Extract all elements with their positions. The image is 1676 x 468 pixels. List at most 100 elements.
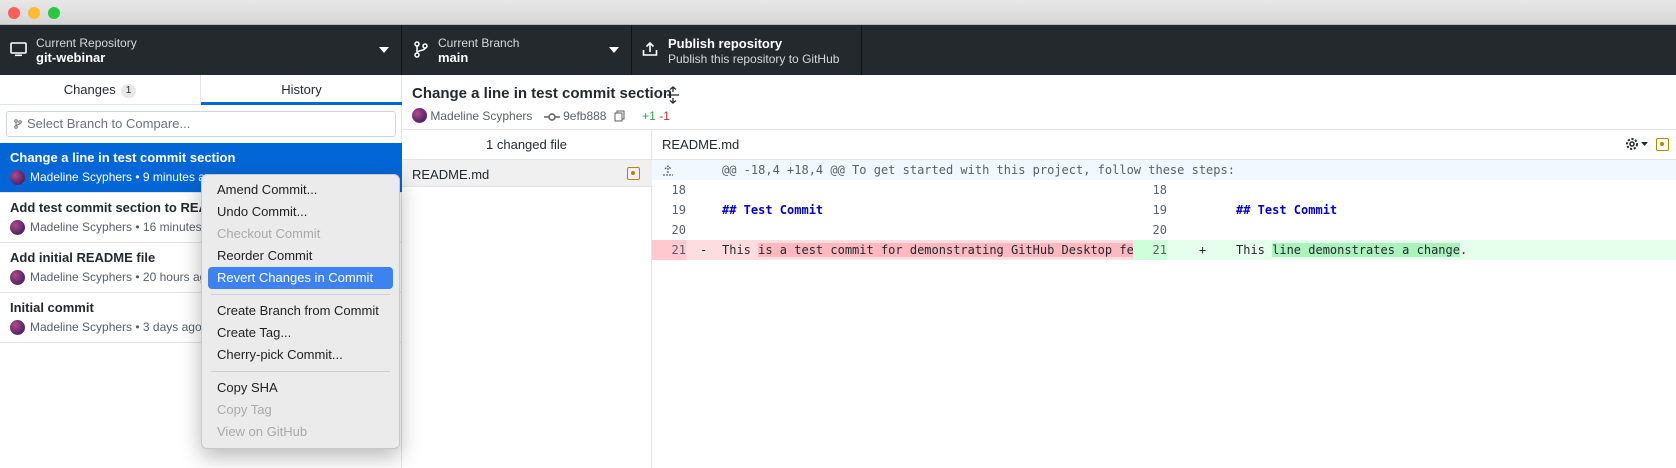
- menu-item-copy-sha[interactable]: Copy SHA: [208, 377, 393, 399]
- changes-count-badge: 1: [120, 84, 137, 98]
- toolbar: Current Repository git-webinar Current B…: [0, 25, 1676, 75]
- publish-repository-button[interactable]: Publish repository Publish this reposito…: [632, 25, 862, 75]
- compare-branch-input[interactable]: Select Branch to Compare...: [6, 111, 396, 137]
- avatar: [412, 108, 427, 123]
- new-line-number: 21: [1152, 243, 1167, 257]
- expand-icon[interactable]: [666, 86, 680, 104]
- tab-history-label: History: [281, 82, 322, 97]
- lines-added: +1: [642, 109, 656, 123]
- menu-separator: [211, 294, 390, 295]
- commit-meta: Madeline Scyphers • 9 minutes ago: [30, 170, 219, 184]
- deleted-text-prefix: This: [722, 243, 759, 257]
- added-line-text: This line demonstrates a change.: [1236, 240, 1467, 260]
- compare-branch-placeholder: Select Branch to Compare...: [27, 116, 191, 131]
- compare-branch-icon: [14, 119, 22, 129]
- commit-detail-panel: Change a line in test commit section Mad…: [402, 75, 1676, 468]
- tab-history[interactable]: History: [201, 75, 402, 105]
- current-branch-button[interactable]: Current Branch main: [402, 25, 632, 75]
- lines-removed: -1: [659, 109, 670, 123]
- deleted-line-text: This is a test commit for demonstrating …: [722, 240, 1184, 260]
- new-line-text: ## Test Commit: [1236, 203, 1338, 217]
- added-line: 21 + This line demonstrates a change.: [1133, 240, 1676, 260]
- commit-author: Madeline Scyphers: [430, 109, 533, 123]
- commit-meta: Madeline Scyphers • 20 hours ago: [30, 270, 213, 284]
- branch-icon: [414, 41, 428, 58]
- added-sign: +: [1199, 243, 1207, 257]
- menu-item-create-tag[interactable]: Create Tag...: [208, 322, 393, 344]
- commit-icon: [543, 113, 560, 121]
- gear-icon: [1626, 138, 1648, 150]
- branch-label: Current Branch: [438, 36, 520, 50]
- diff-line: 19 ## Test Commit 19 ## Test Commit: [652, 200, 1676, 220]
- diff-line: 20 20: [652, 220, 1676, 240]
- changed-files-header: 1 changed file: [402, 130, 651, 160]
- diff-line: 18 18: [652, 180, 1676, 200]
- menu-separator: [211, 371, 390, 372]
- new-line-number: 20: [1152, 223, 1167, 237]
- expand-icon[interactable]: [662, 164, 674, 176]
- menu-item-view-on-github: View on GitHub: [217, 424, 308, 439]
- repository-label: Current Repository: [36, 36, 137, 50]
- added-text-suffix: .: [1459, 243, 1468, 257]
- sidebar-tabs: Changes 1 History: [0, 75, 402, 105]
- avatar: [10, 320, 25, 335]
- branch-name: main: [438, 50, 469, 65]
- diff-file-name: README.md: [662, 137, 740, 152]
- commit-title: Initial commit: [10, 300, 94, 315]
- menu-item-cherry-pick[interactable]: Cherry-pick Commit...: [208, 344, 393, 366]
- tab-changes-label: Changes: [63, 82, 116, 97]
- commit-meta: Madeline Scyphers • 16 minutes ago: [30, 220, 225, 234]
- deleted-line: 21 - This is a test commit for demonstra…: [652, 240, 1184, 260]
- menu-item-amend-commit[interactable]: Amend Commit...: [208, 179, 393, 201]
- changed-file-name: README.md: [412, 167, 490, 182]
- zoom-window-button[interactable]: [48, 7, 60, 19]
- diff-options-button[interactable]: [1624, 130, 1650, 160]
- current-repository-button[interactable]: Current Repository git-webinar: [0, 25, 402, 75]
- upload-icon: [642, 41, 658, 56]
- new-line-number: 18: [1152, 183, 1167, 197]
- diff-hunk-text: @@ -18,4 +18,4 @@ To get started with th…: [722, 163, 1235, 177]
- menu-item-revert-changes[interactable]: Revert Changes in Commit: [208, 267, 393, 289]
- computer-icon: [10, 42, 27, 57]
- publish-title: Publish repository: [668, 36, 783, 51]
- commit-sha: 9efb888: [563, 109, 607, 123]
- chevron-down-icon: [379, 47, 389, 53]
- title-bar: [0, 0, 1676, 25]
- commit-meta-row: Madeline Scyphers 9efb888 +1 -1: [412, 108, 670, 123]
- commit-title: Add initial README file: [10, 250, 156, 265]
- chevron-down-icon: [609, 47, 619, 53]
- diff-changed-line: 21 - This is a test commit for demonstra…: [652, 240, 1676, 260]
- changed-files-pane: 1 changed file README.md: [402, 129, 652, 468]
- commit-title: Change a line in test commit section: [10, 150, 236, 165]
- commit-meta: Madeline Scyphers • 3 days ago: [30, 320, 202, 334]
- old-line-number: 19: [671, 203, 686, 217]
- new-line-number: 19: [1152, 203, 1167, 217]
- added-text-highlight: line demonstrates a change: [1272, 243, 1460, 257]
- old-line-number: 20: [671, 223, 686, 237]
- old-line-number: 21: [671, 243, 686, 257]
- file-modified-icon: [627, 167, 640, 180]
- added-text-prefix: This: [1236, 243, 1273, 257]
- diff-hunk-header: @@ -18,4 +18,4 @@ To get started with th…: [652, 160, 1676, 180]
- deleted-sign: -: [700, 243, 708, 257]
- menu-item-undo-commit[interactable]: Undo Commit...: [208, 201, 393, 223]
- menu-item-copy-tag: Copy Tag: [217, 402, 272, 417]
- menu-item-reorder-commit[interactable]: Reorder Commit: [208, 245, 393, 267]
- diff-header: README.md: [652, 130, 1676, 160]
- tab-changes[interactable]: Changes 1: [0, 75, 201, 105]
- github-desktop-window: Current Repository git-webinar Current B…: [0, 0, 1676, 468]
- minimize-window-button[interactable]: [28, 7, 40, 19]
- avatar: [10, 270, 25, 285]
- deleted-text-highlight: is a test commit for demonstrating GitHu…: [758, 243, 1178, 257]
- commit-context-menu: Amend Commit... Undo Commit... Checkout …: [201, 174, 400, 449]
- copy-icon[interactable]: [614, 110, 625, 122]
- old-line-number: 18: [671, 183, 686, 197]
- avatar: [10, 170, 25, 185]
- diff-view: README.md @@ -18,4 +18,4 @@ To get start…: [652, 129, 1676, 468]
- publish-description: Publish this repository to GitHub: [668, 52, 840, 66]
- menu-item-create-branch[interactable]: Create Branch from Commit: [208, 300, 393, 322]
- changed-file-item[interactable]: README.md: [402, 160, 652, 187]
- repository-name: git-webinar: [36, 50, 106, 65]
- close-window-button[interactable]: [8, 7, 20, 19]
- commit-summary-title: Change a line in test commit section: [412, 85, 673, 102]
